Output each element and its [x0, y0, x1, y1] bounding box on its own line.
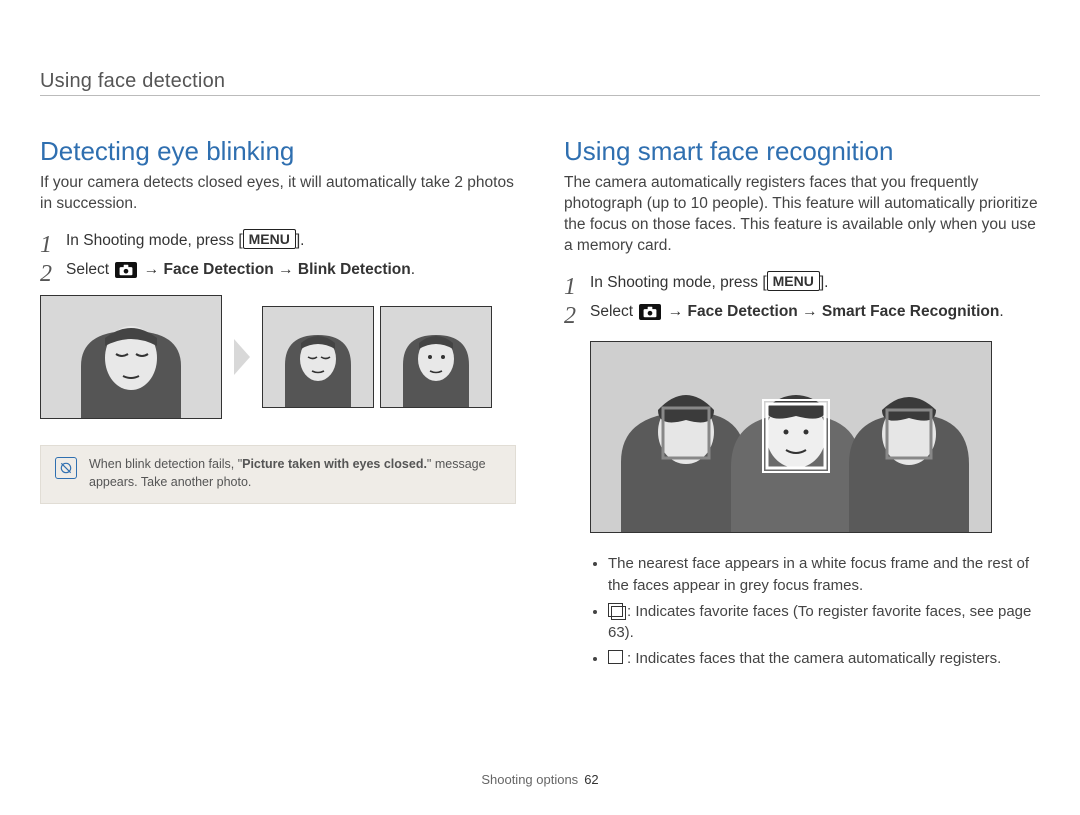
- blink-step-2: Select → Face Detection → Blink Detectio…: [40, 258, 516, 281]
- footer-section: Shooting options: [481, 772, 578, 787]
- note-box: When blink detection fails, "Picture tak…: [40, 445, 516, 504]
- blink-step-1: In Shooting mode, press [MENU].: [40, 229, 516, 252]
- photo-after-1: [262, 306, 374, 408]
- step-text: ].: [820, 274, 829, 291]
- auto-face-icon: [608, 650, 623, 664]
- left-column: Detecting eye blinking If your camera de…: [40, 136, 516, 674]
- note-text: When blink detection fails, "Picture tak…: [89, 456, 501, 491]
- step-text: Smart Face Recognition: [822, 303, 999, 320]
- step-text: Select: [66, 261, 113, 278]
- right-column: Using smart face recognition The camera …: [564, 136, 1040, 674]
- bullet-text: : Indicates faces that the camera automa…: [627, 650, 1001, 667]
- page-footer: Shooting options 62: [0, 772, 1080, 787]
- smart-step-1: In Shooting mode, press [MENU].: [564, 271, 1040, 294]
- camera-icon: [115, 262, 137, 278]
- step-text: In Shooting mode, press [: [590, 274, 767, 291]
- step-text: →: [274, 261, 298, 278]
- photo-after-2: [380, 306, 492, 408]
- smart-step-2: Select → Face Detection → Smart Face Rec…: [564, 300, 1040, 323]
- smart-intro: The camera automatically registers faces…: [564, 173, 1040, 257]
- photo-before: [40, 295, 222, 419]
- photo-after-row: [262, 306, 492, 408]
- bullet-text: The nearest face appears in a white focu…: [608, 555, 1029, 594]
- bullet-1: The nearest face appears in a white focu…: [608, 553, 1040, 597]
- favorite-face-icon: [608, 603, 623, 617]
- blink-figure: [40, 295, 516, 419]
- step-text: Select: [590, 303, 637, 320]
- smart-figure: [590, 341, 992, 533]
- blink-steps: In Shooting mode, press [MENU]. Select →…: [40, 229, 516, 282]
- page-header: Using face detection: [40, 70, 1040, 96]
- bullet-3: : Indicates faces that the camera automa…: [608, 648, 1040, 670]
- breadcrumb: Using face detection: [40, 70, 225, 92]
- step-text: In Shooting mode, press [: [66, 232, 243, 249]
- note-icon: [55, 457, 77, 479]
- arrow-right-icon: [234, 339, 250, 375]
- step-text: .: [411, 261, 415, 278]
- note-part: When blink detection fails, ": [89, 457, 242, 471]
- smart-bullets: The nearest face appears in a white focu…: [564, 553, 1040, 670]
- step-text: .: [999, 303, 1003, 320]
- step-text: →: [663, 303, 687, 320]
- menu-badge: MENU: [767, 271, 820, 291]
- step-text: Blink Detection: [298, 261, 411, 278]
- page-number: 62: [584, 772, 598, 787]
- step-text: Face Detection: [164, 261, 274, 278]
- step-text: →: [139, 261, 163, 278]
- section-title-blink: Detecting eye blinking: [40, 136, 516, 167]
- bullet-text: : Indicates favorite faces (To register …: [608, 603, 1031, 642]
- step-text: ].: [296, 232, 305, 249]
- step-text: Face Detection: [688, 303, 798, 320]
- camera-icon: [639, 304, 661, 320]
- blink-intro: If your camera detects closed eyes, it w…: [40, 173, 516, 215]
- bullet-2: : Indicates favorite faces (To register …: [608, 601, 1040, 645]
- menu-badge: MENU: [243, 229, 296, 249]
- smart-steps: In Shooting mode, press [MENU]. Select →…: [564, 271, 1040, 324]
- step-text: →: [798, 303, 822, 320]
- note-part: Picture taken with eyes closed.: [242, 457, 427, 471]
- section-title-smart: Using smart face recognition: [564, 136, 1040, 167]
